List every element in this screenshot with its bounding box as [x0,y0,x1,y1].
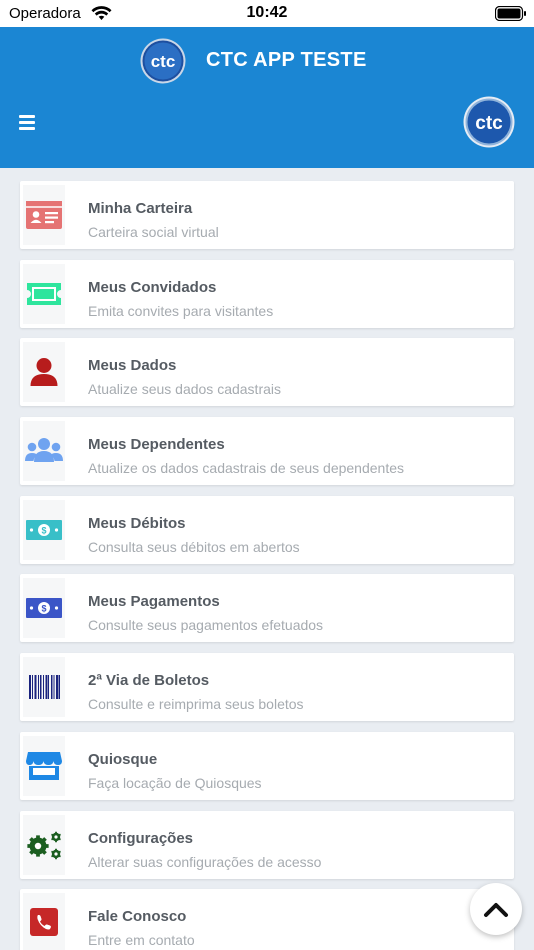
menu-item-subtitle: Alterar suas configurações de acesso [88,853,322,870]
menu-item-fale-conosco[interactable]: Fale Conosco Entre em contato [20,889,514,950]
hamburger-menu-button[interactable] [16,111,40,135]
ticket-icon [23,263,65,324]
clock-label: 10:42 [246,4,288,21]
menu-item-configuracoes[interactable]: Configurações Alterar suas configurações … [20,810,514,879]
scroll-to-top-button[interactable] [470,883,522,935]
menu-item-meus-dependentes[interactable]: Meus Dependentes Atualize os dados cadast… [20,417,514,486]
menu-item-title: 2ª Via de Boletos [88,672,210,690]
menu-list: Minha Carteira Carteira social virtual Meu… [20,181,514,950]
menu-item-title: Minha Carteira [88,200,193,217]
store-icon [23,735,65,796]
menu-item-title: Configurações [88,829,194,847]
menu-item-title: Meus Convidados [88,278,217,296]
menu-item-subtitle: Emita convites para visitantes [88,302,274,319]
ctc-logo: ctc [140,38,186,84]
user-icon [23,342,65,403]
users-icon [23,421,65,482]
menu-item-subtitle: Carteira social virtual [88,224,219,240]
phone-icon [23,893,65,950]
menu-item-title: Quiosque [88,750,158,768]
app-header: ctc CTC APP TESTE ctc [0,27,534,168]
svg-text:ctc: ctc [151,52,176,71]
chevron-up-icon [484,903,508,917]
menu-item-title: Fale Conosco [88,908,187,926]
menu-item-title: Meus Pagamentos [88,593,220,611]
menu-item-meus-convidados[interactable]: Meus Convidados Emita convites para visit… [20,259,514,328]
menu-item-subtitle: Atualize seus dados cadastrais [88,381,281,398]
menu-item-quiosque[interactable]: Quiosque Faça locação de Quiosques [20,731,514,800]
menu-item-meus-pagamentos[interactable]: $ Meus Pagamentos Consulte seus pagamentos… [20,574,514,643]
app-title: CTC APP TESTE [206,49,367,71]
money-bill-icon: $ [23,578,65,639]
menu-item-meus-debitos[interactable]: $ Meus Débitos Consulta seus débitos em ab… [20,495,514,564]
menu-item-subtitle: Entre em contato [88,932,195,949]
svg-text:$: $ [41,604,46,614]
menu-item-subtitle: Consulte e reimprima seus boletos [88,696,304,713]
menu-item-subtitle: Consulte seus pagamentos efetuados [88,617,324,634]
menu-item-title: Meus Dependentes [88,436,225,454]
menu-item-title: Meus Dados [88,357,177,375]
menu-item-subtitle: Faça locação de Quiosques [88,774,262,791]
menu-item-2-via-de-boletos[interactable]: 2ª Via de Boletos Consulte e reimprima se… [20,653,514,722]
id-card-icon [23,185,65,245]
status-bar: Operadora 10:42 [0,0,534,27]
menu-item-meus-dados[interactable]: Meus Dados Atualize seus dados cadastrais [20,338,514,407]
barcode-icon [23,657,65,718]
battery-icon [495,6,526,21]
gears-icon [23,814,65,875]
svg-text:ctc: ctc [475,113,503,134]
ctc-logo-small: ctc [463,96,515,148]
menu-item-minha-carteira[interactable]: Minha Carteira Carteira social virtual [20,181,514,249]
menu-item-title: Meus Débitos [88,514,186,532]
svg-text:$: $ [41,525,46,535]
money-bill-icon: $ [23,499,65,560]
menu-item-subtitle: Atualize os dados cadastrais de seus dep… [88,460,404,477]
menu-item-subtitle: Consulta seus débitos em abertos [88,538,300,555]
